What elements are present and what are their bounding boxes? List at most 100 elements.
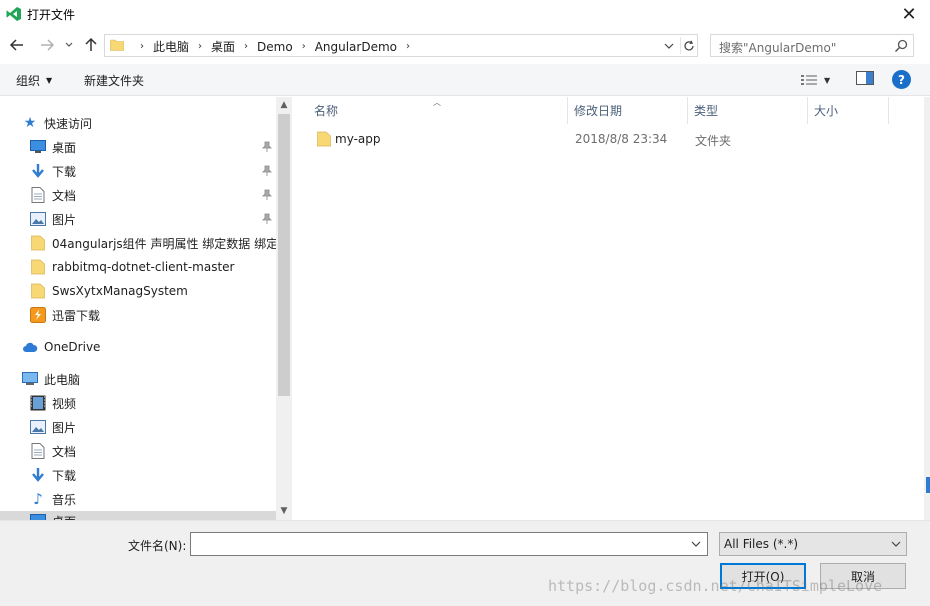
- nav-item-pictures[interactable]: 图片: [30, 417, 76, 437]
- close-icon: ✕: [901, 3, 917, 25]
- desktop-icon: [30, 513, 46, 520]
- scroll-up-arrow-icon[interactable]: ▲: [276, 98, 292, 112]
- back-button[interactable]: [6, 34, 28, 56]
- forward-button[interactable]: [36, 34, 58, 56]
- nav-quick-access[interactable]: ★ 快速访问: [22, 113, 92, 133]
- chevron-down-icon: [888, 536, 904, 552]
- nav-item-desktop[interactable]: 桌面: [0, 511, 276, 520]
- nav-scrollbar-thumb[interactable]: [278, 114, 290, 396]
- table-row[interactable]: my-app 2018/8/8 23:34 文件夹: [307, 128, 907, 150]
- navigation-pane: ★ 快速访问 桌面 下载 文档 图片 04angularjs组件 声明属性 绑定…: [0, 97, 292, 520]
- folder-icon: [30, 283, 46, 299]
- breadcrumb-item[interactable]: AngularDemo: [313, 40, 399, 54]
- breadcrumb: › 此电脑 › 桌面 › Demo › AngularDemo ›: [133, 38, 417, 55]
- refresh-icon: [683, 40, 694, 50]
- chevron-down-icon: [65, 42, 73, 47]
- document-icon: [30, 443, 46, 459]
- download-icon: [30, 163, 46, 179]
- refresh-button[interactable]: [680, 37, 696, 54]
- nav-item-pictures[interactable]: 图片: [30, 209, 76, 229]
- nav-item-downloads[interactable]: 下载: [30, 465, 76, 485]
- document-icon: [30, 187, 46, 203]
- column-header-type[interactable]: 类型: [688, 97, 808, 124]
- arrow-left-icon: [9, 39, 23, 51]
- preview-pane-button[interactable]: [856, 71, 876, 89]
- nav-item-videos[interactable]: 视频: [30, 393, 76, 413]
- file-type: 文件夹: [695, 134, 732, 148]
- nav-label: 音乐: [52, 492, 77, 507]
- filetype-value: All Files (*.*): [724, 537, 799, 551]
- nav-item-music[interactable]: ♪ 音乐: [30, 489, 76, 509]
- cloud-icon: [22, 339, 38, 355]
- address-bar[interactable]: › 此电脑 › 桌面 › Demo › AngularDemo ›: [104, 34, 698, 57]
- nav-this-pc[interactable]: 此电脑: [22, 369, 80, 389]
- music-icon: ♪: [33, 490, 43, 508]
- column-header-modified[interactable]: 修改日期: [568, 97, 688, 124]
- column-header-name[interactable]: 名称: [308, 97, 568, 124]
- filetype-select[interactable]: All Files (*.*): [719, 532, 907, 556]
- recent-locations-button[interactable]: [62, 34, 76, 56]
- nav-item-folder[interactable]: 04angularjs组件 声明属性 绑定数据 绑定属: [30, 233, 290, 253]
- help-icon: ?: [898, 72, 905, 87]
- help-button[interactable]: ?: [892, 70, 911, 89]
- nav-item-folder[interactable]: rabbitmq-dotnet-client-master: [30, 257, 235, 277]
- details-view-icon: [801, 75, 817, 85]
- nav-label: 04angularjs组件 声明属性 绑定数据 绑定属: [52, 236, 291, 251]
- picture-icon: [30, 419, 46, 435]
- filename-history-dropdown[interactable]: [688, 536, 704, 552]
- scroll-down-arrow-icon[interactable]: ▼: [276, 504, 292, 518]
- pin-icon[interactable]: [262, 213, 274, 227]
- organize-button[interactable]: 组织 ▼: [16, 72, 52, 89]
- file-name: my-app: [335, 132, 381, 146]
- nav-label: 视频: [52, 396, 77, 411]
- folder-icon: [110, 38, 124, 52]
- chevron-right-icon[interactable]: ›: [302, 41, 306, 52]
- new-folder-button[interactable]: 新建文件夹: [84, 72, 144, 89]
- chevron-right-icon[interactable]: ›: [406, 41, 410, 52]
- file-list: ︿ 名称 修改日期 类型 大小 my-app 2018/8/8 23:34 文件…: [293, 97, 930, 520]
- address-history-dropdown[interactable]: [661, 37, 677, 54]
- chevron-right-icon: ›: [140, 41, 144, 52]
- nav-label: 迅雷下载: [52, 308, 101, 323]
- nav-item-downloads[interactable]: 下载: [30, 161, 76, 181]
- up-button[interactable]: [80, 34, 102, 56]
- filename-label: 文件名(N):: [128, 539, 187, 553]
- chevron-right-icon[interactable]: ›: [198, 41, 202, 52]
- nav-item-folder[interactable]: SwsXytxManagSystem: [30, 281, 188, 301]
- breadcrumb-item[interactable]: 桌面: [209, 38, 237, 55]
- breadcrumb-item[interactable]: Demo: [255, 40, 295, 54]
- arrow-up-icon: [85, 37, 97, 51]
- video-icon: [30, 395, 46, 411]
- nav-onedrive[interactable]: OneDrive: [22, 337, 100, 357]
- pin-icon[interactable]: [262, 165, 274, 179]
- nav-item-documents[interactable]: 文档: [30, 185, 76, 205]
- caret-down-icon: ▼: [824, 75, 831, 85]
- nav-label: 此电脑: [44, 372, 81, 387]
- organize-label: 组织: [16, 74, 41, 88]
- breadcrumb-item[interactable]: 此电脑: [151, 38, 191, 55]
- bottom-panel: 文件名(N): All Files (*.*) 打开(O) 取消 https:/…: [0, 520, 930, 606]
- nav-item-desktop[interactable]: 桌面: [30, 137, 76, 157]
- picture-icon: [30, 211, 46, 227]
- nav-label: 桌面: [52, 140, 77, 155]
- nav-item-documents[interactable]: 文档: [30, 441, 76, 461]
- nav-label: 文档: [52, 444, 77, 459]
- nav-label: 桌面: [52, 513, 76, 521]
- command-bar: 组织 ▼ 新建文件夹 ▼ ?: [0, 64, 930, 96]
- change-view-button[interactable]: ▼: [800, 71, 840, 89]
- nav-item-thunder-download[interactable]: 迅雷下载: [30, 305, 100, 325]
- chevron-down-icon: [691, 541, 701, 547]
- star-icon: ★: [23, 115, 37, 131]
- nav-label: 下载: [52, 164, 77, 179]
- close-button[interactable]: ✕: [896, 2, 922, 26]
- pin-icon[interactable]: [262, 189, 274, 203]
- vscode-app-icon: [6, 6, 22, 22]
- arrow-right-icon: [41, 39, 55, 51]
- chevron-right-icon[interactable]: ›: [244, 41, 248, 52]
- window-edge: [924, 97, 930, 520]
- pin-icon[interactable]: [262, 141, 274, 155]
- filename-input[interactable]: [190, 532, 708, 556]
- search-input[interactable]: 搜索"AngularDemo": [710, 34, 914, 57]
- column-header-size[interactable]: 大小: [808, 97, 889, 124]
- download-icon: [30, 467, 46, 483]
